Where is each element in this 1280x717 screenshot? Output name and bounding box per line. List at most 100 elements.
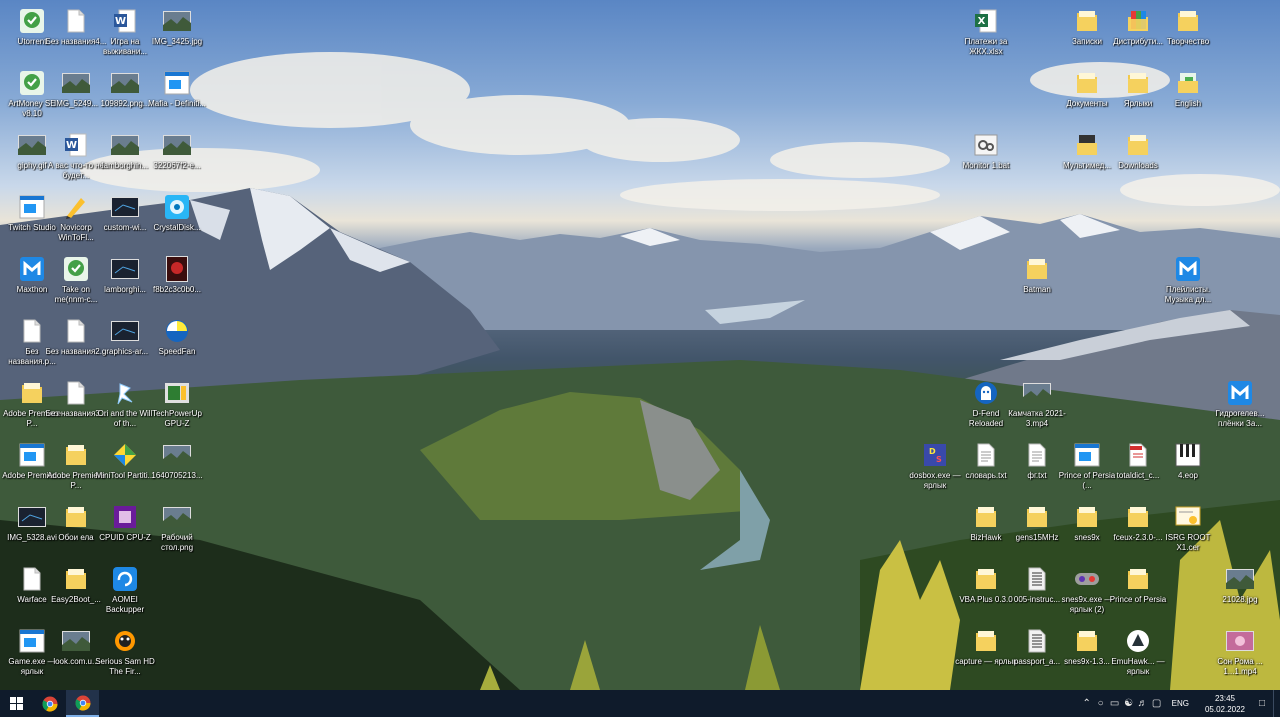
window-icon (1073, 441, 1101, 469)
svg-text:X: X (978, 16, 986, 27)
chrome-icon (75, 695, 91, 711)
clock[interactable]: 23:45 05.02.2022 (1195, 693, 1255, 715)
folder-icon (1124, 503, 1152, 531)
minitool-icon (111, 441, 139, 469)
folder-icon (1073, 627, 1101, 655)
desktop-icon-label: CrystalDisk... (153, 223, 201, 232)
desktop-icon[interactable]: Prince of Persia (1107, 562, 1169, 622)
start-button[interactable] (0, 690, 33, 717)
desktop-icon[interactable]: CrystalDisk... (146, 190, 208, 250)
desktop-icon-label: English (1174, 99, 1202, 108)
desktop-icon[interactable]: 21028.jpg (1209, 562, 1271, 622)
desktop-icon-label: 21028.jpg (1222, 595, 1258, 604)
desktop-icon-label: 4.eop (1177, 471, 1199, 480)
desktop-icon[interactable]: Serious Sam HD The Fir... (94, 624, 156, 684)
folder-icon (972, 503, 1000, 531)
desktop-icon[interactable]: Mafia - Definiti... (146, 66, 208, 126)
emuhawk-icon (1124, 627, 1152, 655)
desktop-icon[interactable]: Творчество (1157, 4, 1219, 64)
desktop-icon[interactable]: Сон Рома ... 1...1.mp4 (1209, 624, 1271, 684)
window-icon (18, 193, 46, 221)
taskbar-chrome-active-button[interactable] (66, 690, 99, 717)
desktop-icon[interactable]: EmuHawk... — ярлык (1107, 624, 1169, 684)
window-icon (18, 441, 46, 469)
desktop-icon[interactable]: TechPowerUp GPU-Z (146, 376, 208, 436)
folder-icon (972, 627, 1000, 655)
app-green-icon (18, 69, 46, 97)
desktop-icon[interactable]: X Платежи за ЖКХ.xlsx (955, 4, 1017, 64)
txt-icon (1023, 441, 1051, 469)
desktop-icon-label: Творчество (1166, 37, 1210, 46)
desktop-icon[interactable]: English (1157, 66, 1219, 126)
battery-icon[interactable]: ▭ (1108, 698, 1122, 709)
folder-green-icon (1174, 69, 1202, 97)
taskbar-chrome-button[interactable] (33, 690, 66, 717)
cpuz-icon (111, 503, 139, 531)
svg-text:W: W (115, 16, 126, 27)
desktop-icon-label: 322067f2-e... (153, 161, 201, 170)
folder-icon (18, 379, 46, 407)
desktop-icon-label: EmuHawk... — ярлык (1111, 657, 1165, 676)
svg-text:W: W (66, 140, 77, 151)
desktop-icon-label: Downloads (1118, 161, 1158, 170)
txt-dark-icon (1023, 627, 1051, 655)
chevron-up-icon[interactable]: ⌃ (1080, 698, 1094, 709)
language-indicator[interactable]: ENG (1172, 699, 1189, 708)
maxthon-icon (18, 255, 46, 283)
clock-date: 05.02.2022 (1204, 704, 1246, 714)
desktop-icon[interactable]: 4.eop (1157, 438, 1219, 498)
window-icon (18, 627, 46, 655)
desktop-icon[interactable]: SpeedFan (146, 314, 208, 374)
photo-icon (18, 131, 46, 159)
photo-icon (163, 131, 191, 159)
wifi-icon[interactable]: ☯ (1122, 698, 1136, 709)
folder-dark-icon (1073, 131, 1101, 159)
desktop-icon-label: Гидрогелев... плёнки За... (1215, 409, 1265, 428)
desktop-icon[interactable]: Плейлисты. Музыка дл... (1157, 252, 1219, 312)
pen-icon (62, 193, 90, 221)
window-icon (163, 69, 191, 97)
desktop-icon-label: Платежи за ЖКХ.xlsx (964, 37, 1008, 56)
notifications-icon[interactable]: □ (1255, 698, 1269, 709)
desktop-icon[interactable]: Downloads (1107, 128, 1169, 188)
desktop-icon[interactable]: f8b2c3c0b0... (146, 252, 208, 312)
desktop-icon-label: SpeedFan (158, 347, 196, 356)
desktop-icon-label: AOMEI Backupper (105, 595, 145, 614)
desktop-icon[interactable]: Рабочий стол.png (146, 500, 208, 560)
photo-icon (163, 441, 191, 469)
desktop-icon[interactable]: Гидрогелев... плёнки За... (1209, 376, 1271, 436)
doc-icon (62, 317, 90, 345)
bat-icon (972, 131, 1000, 159)
speaker-icon[interactable]: ♬ (1136, 698, 1150, 709)
desktop-icon-label: Batman (1023, 285, 1051, 294)
desktop-icon[interactable]: 322067f2-e... (146, 128, 208, 188)
show-desktop-button[interactable] (1273, 690, 1280, 717)
cert-icon (1174, 503, 1202, 531)
desktop-icon[interactable]: Monitor 1.bat (955, 128, 1017, 188)
desktop-icon-label: f8b2c3c0b0... (152, 285, 202, 294)
maxthon-icon (1174, 255, 1202, 283)
desktop-icon[interactable]: AOMEI Backupper (94, 562, 156, 622)
network-icon[interactable]: ○ (1094, 698, 1108, 709)
piano-icon (1174, 441, 1202, 469)
desktop-icon-label: Mafia - Definiti... (148, 99, 206, 108)
display-icon[interactable]: ▢ (1150, 698, 1164, 709)
desktop-icon[interactable]: Batman (1006, 252, 1068, 312)
taskbar: ⌃ ○ ▭ ☯ ♬ ▢ ENG 23:45 05.02.2022 □ (0, 690, 1280, 717)
desktop-icon[interactable]: Камчатка 2021-3.mp4 (1006, 376, 1068, 436)
clock-time: 23:45 (1214, 693, 1236, 703)
desktop-icon-label: Плейлисты. Музыка дл... (1164, 285, 1212, 304)
crystal-icon (163, 193, 191, 221)
maxthon-icon (1226, 379, 1254, 407)
photo-red-icon (163, 255, 191, 283)
svg-text:S: S (936, 455, 942, 464)
photo-icon (62, 69, 90, 97)
chrome-icon (42, 696, 58, 712)
app-green-icon (18, 7, 46, 35)
app-green-icon (62, 255, 90, 283)
desktop-icon[interactable]: ISRG ROOT X1.cer (1157, 500, 1219, 560)
photo-dark-icon (111, 255, 139, 283)
desktop-icon[interactable]: 1640705213... (146, 438, 208, 498)
photo-dark-icon (111, 193, 139, 221)
desktop-icon[interactable]: IMG_3425.jpg (146, 4, 208, 64)
